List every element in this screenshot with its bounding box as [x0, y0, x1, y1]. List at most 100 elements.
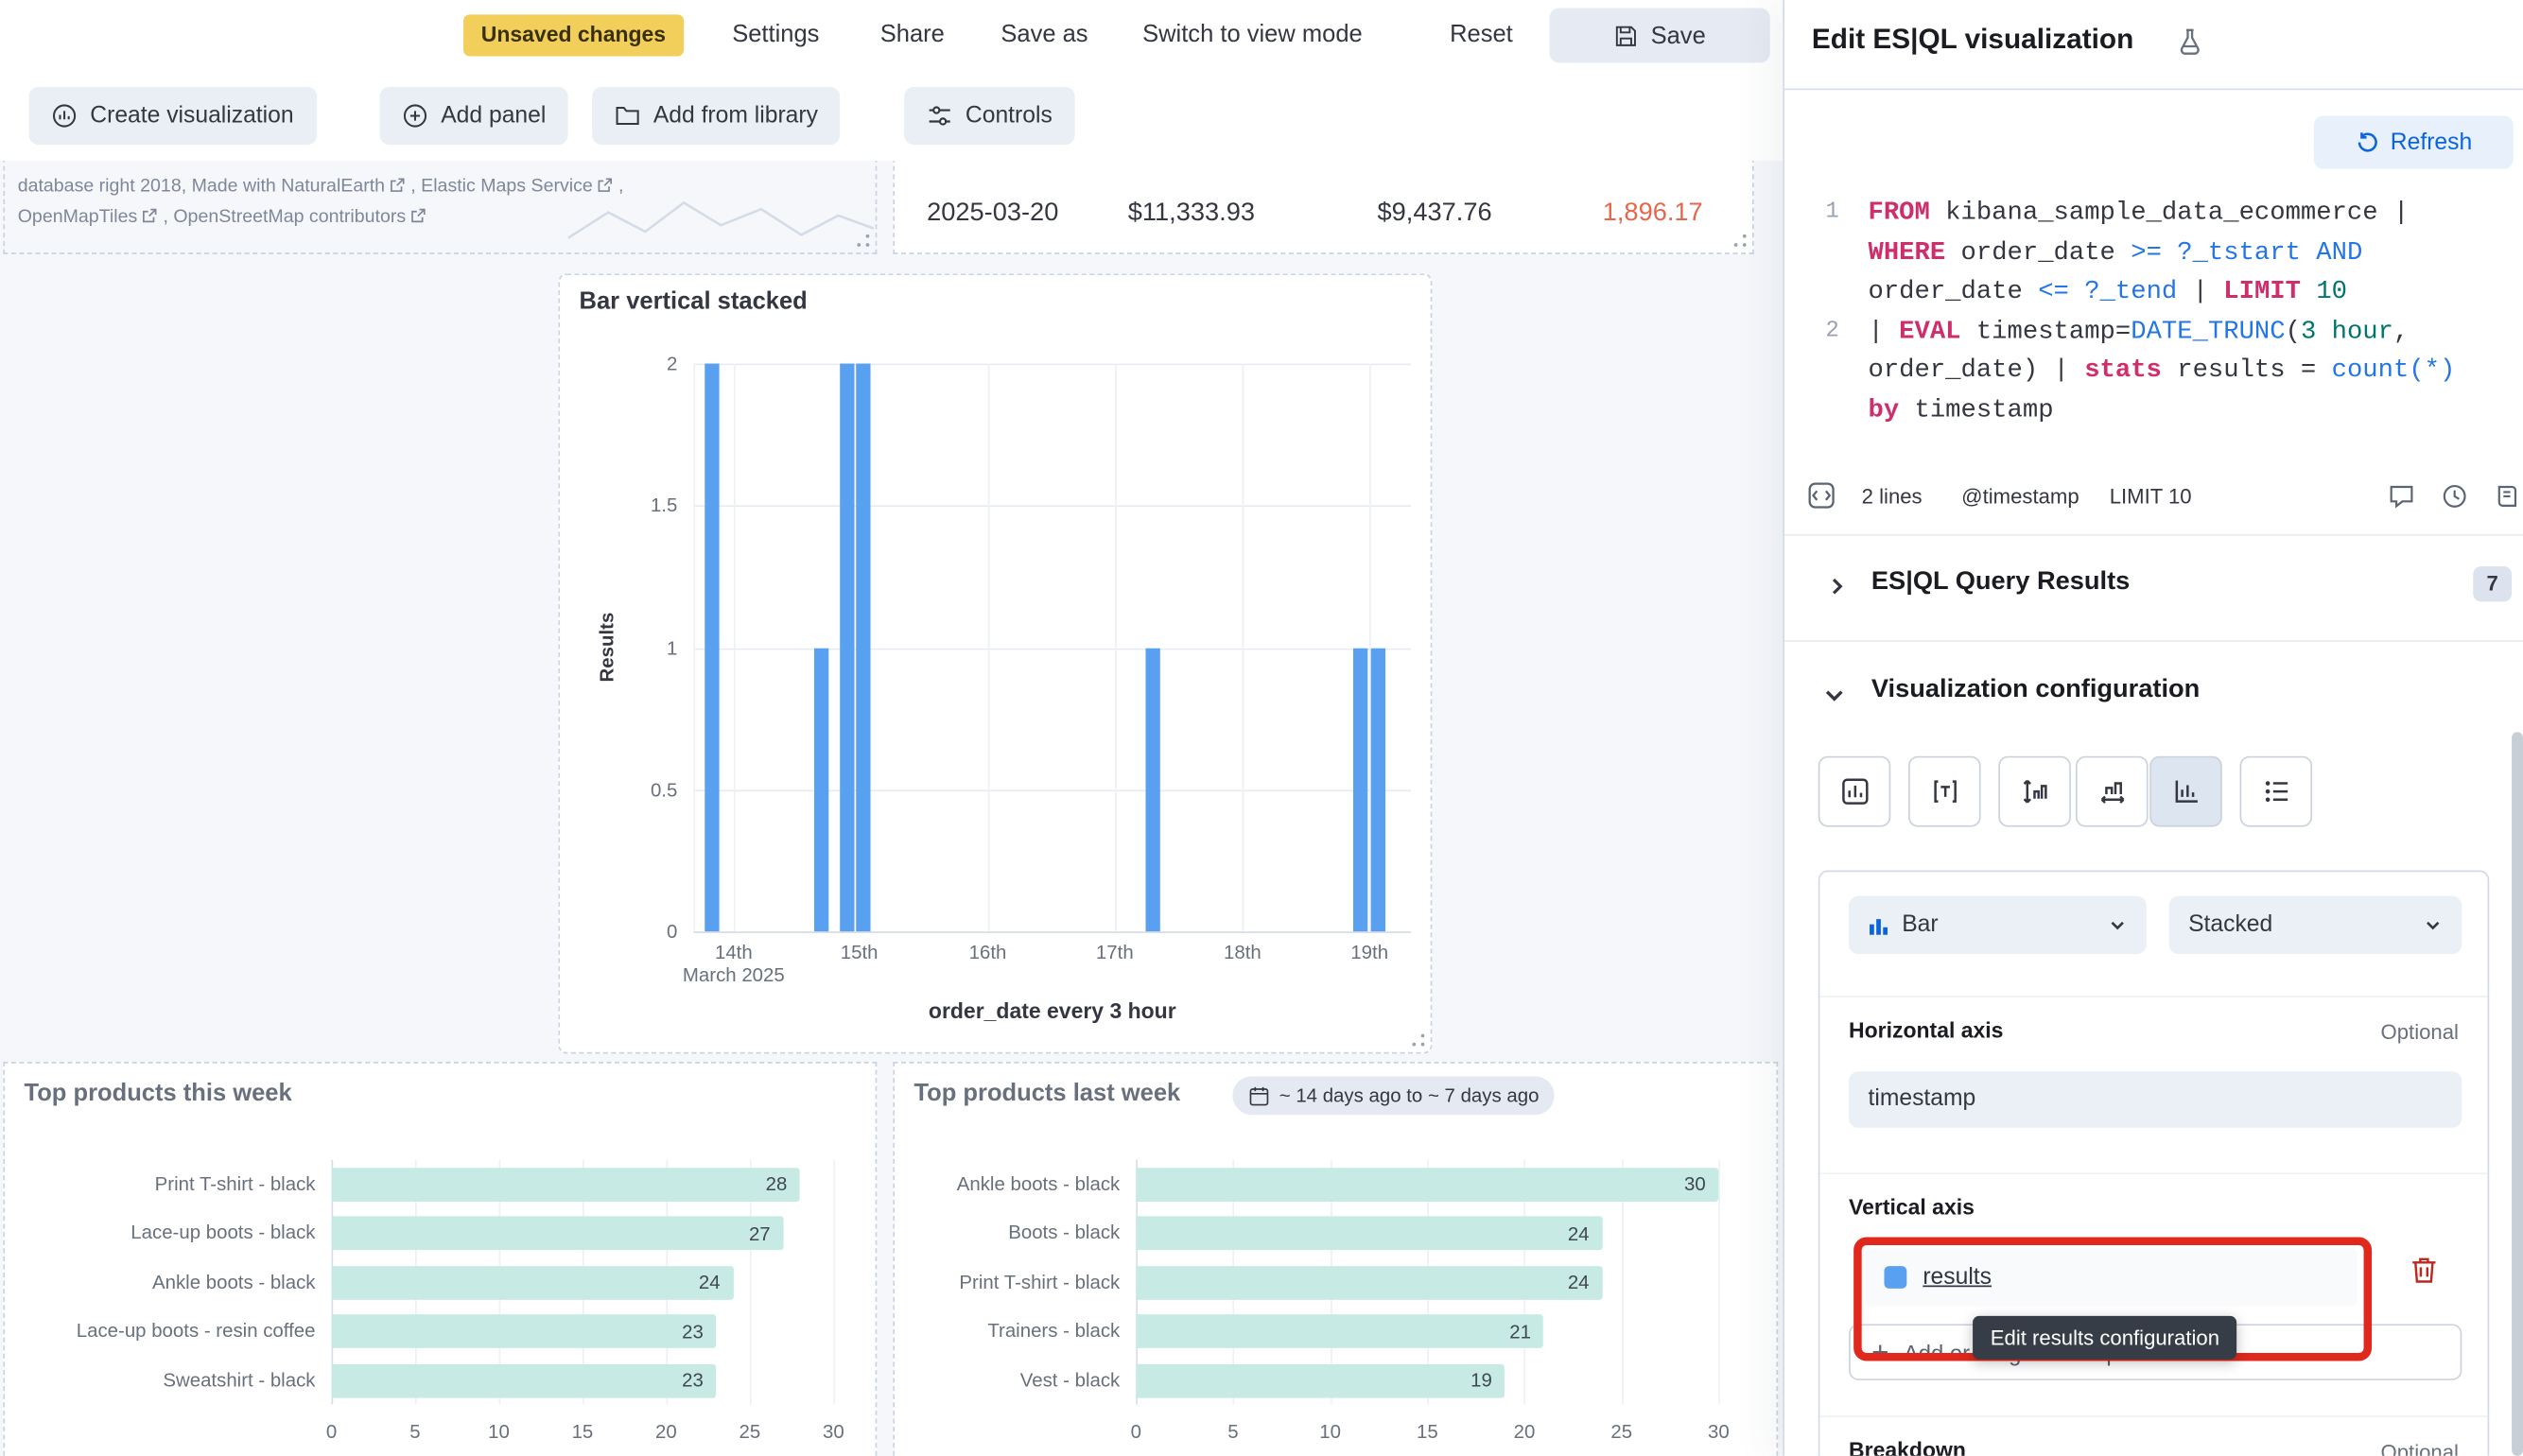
x-tick-label: 0: [1112, 1420, 1160, 1443]
editor-lines-count: 2 lines: [1862, 484, 1923, 509]
chart-type-select[interactable]: Bar: [1849, 896, 2147, 954]
kibana-dashboard-app: Unsaved changes Settings Share Save as S…: [0, 0, 2523, 1456]
gridline: [1718, 1160, 1720, 1405]
horizontal-axis-field[interactable]: timestamp: [1849, 1071, 2462, 1128]
panel-resize-handle[interactable]: [1411, 1032, 1425, 1047]
bar: 19: [1136, 1363, 1505, 1397]
vertical-axis-icon-button[interactable]: [1998, 756, 2071, 827]
attribution-link[interactable]: Made with NaturalEarth: [192, 177, 385, 196]
chevron-down-icon[interactable]: [1821, 682, 1847, 707]
editor-footer: 2 lines @timestamp LIMIT 10: [1784, 470, 2523, 525]
x-tick-label: 16th: [936, 941, 1039, 963]
feedback-icon[interactable]: [2388, 482, 2415, 510]
bar-chart-mini-icon: [1868, 914, 1888, 935]
x-tick-label: 20: [1500, 1420, 1548, 1443]
optional-label: Optional: [2381, 1440, 2459, 1456]
category-label: Sweatshirt - black: [13, 1363, 316, 1397]
chart-appearance-icon-button[interactable]: [1818, 756, 1891, 827]
bar: 27: [332, 1216, 784, 1250]
bar-value-label: 23: [682, 1369, 716, 1392]
sliders-icon: [927, 103, 952, 129]
divider: [1819, 1172, 2487, 1174]
divider: [1819, 1415, 2487, 1417]
esql-query-results-section[interactable]: ES|QL Query Results: [1871, 568, 2130, 598]
category-label: Ankle boots - black: [13, 1265, 316, 1299]
editor-timestamp-field[interactable]: @timestamp: [1961, 484, 2079, 509]
bar-value-label: 19: [1470, 1369, 1505, 1392]
add-from-library-button[interactable]: Add from library: [592, 87, 841, 145]
series-color-swatch: [1884, 1266, 1906, 1289]
x-tick-label: 5: [1209, 1420, 1257, 1443]
bar: 24: [332, 1265, 734, 1299]
attribution-text: ,: [410, 177, 421, 196]
gridline: [693, 789, 1411, 791]
flyout-scrollbar[interactable]: [2512, 732, 2523, 1456]
x-tick-label: 10: [475, 1420, 523, 1443]
docs-icon[interactable]: [2494, 482, 2521, 510]
save-button-label: Save: [1651, 22, 1706, 49]
axis-ticks-icon-button-selected[interactable]: [2149, 756, 2222, 827]
horizontal-bar-plot: 051015202530Print T-shirt - black28Lace-…: [5, 1064, 876, 1456]
bar: [1353, 648, 1367, 931]
results-dimension-label[interactable]: results: [1923, 1264, 1992, 1290]
refresh-icon: [2355, 130, 2379, 155]
panel-resize-handle[interactable]: [856, 234, 870, 248]
panel-resize-handle[interactable]: [1733, 234, 1748, 248]
bar: [1145, 648, 1159, 931]
add-panel-button[interactable]: Add panel: [380, 87, 569, 145]
x-tick-label: 10: [1306, 1420, 1354, 1443]
flyout-title: Edit ES|QL visualization: [1812, 23, 2133, 57]
menu-settings[interactable]: Settings: [732, 0, 819, 71]
stack-mode-select[interactable]: Stacked: [2169, 896, 2462, 954]
x-tick-label: 18th: [1191, 941, 1294, 963]
results-dimension-row[interactable]: results: [1865, 1248, 2358, 1306]
category-label: Print T-shirt - black: [895, 1265, 1120, 1299]
attribution-text: database right 2018,: [18, 177, 192, 196]
chevron-right-icon[interactable]: [1825, 574, 1850, 598]
titles-text-icon-button[interactable]: [1908, 756, 1981, 827]
divider: [1819, 996, 2487, 997]
metric-value-1: $11,333.93: [1128, 199, 1255, 229]
gridline: [693, 648, 1411, 650]
query-history-icon[interactable]: [2441, 482, 2468, 510]
legend-icon-button[interactable]: [2240, 756, 2313, 827]
horizontal-axis-icon-button[interactable]: [2076, 756, 2149, 827]
folder-icon: [615, 103, 640, 129]
editor-limit[interactable]: LIMIT 10: [2110, 484, 2192, 509]
x-tick-label: 19th: [1318, 941, 1421, 963]
bar: [1371, 648, 1385, 931]
x-tick-label: 17th: [1063, 941, 1166, 963]
bar-value-label: 30: [1684, 1172, 1718, 1195]
attribution-text: ,: [163, 207, 173, 226]
y-tick-label: 2: [560, 353, 677, 375]
editor-line-number: 2: [1784, 312, 1839, 352]
external-link-icon: [410, 207, 426, 223]
attribution-link[interactable]: OpenMapTiles: [18, 207, 138, 226]
editor-code-row: FROM kibana_sample_data_ecommerce |: [1868, 193, 2409, 233]
save-button[interactable]: Save: [1550, 9, 1770, 63]
category-label: Ankle boots - black: [895, 1167, 1120, 1201]
create-visualization-button[interactable]: Create visualization: [29, 87, 317, 145]
controls-button[interactable]: Controls: [904, 87, 1074, 145]
category-label: Vest - black: [895, 1363, 1120, 1397]
refresh-button[interactable]: Refresh: [2314, 116, 2514, 169]
menu-reset[interactable]: Reset: [1450, 0, 1513, 71]
bar: [840, 364, 854, 932]
x-tick-label: 30: [809, 1420, 858, 1443]
visualization-configuration-section[interactable]: Visualization configuration: [1871, 676, 2200, 705]
esql-code-editor[interactable]: 1FROM kibana_sample_data_ecommerce |WHER…: [1784, 193, 2523, 470]
delete-dimension-trash-icon[interactable]: [2409, 1255, 2439, 1285]
gridline: [693, 364, 695, 932]
bar: 30: [1136, 1167, 1718, 1201]
attribution-link[interactable]: Elastic Maps Service: [421, 177, 593, 196]
menu-switch-to-view-mode[interactable]: Switch to view mode: [1142, 0, 1363, 71]
bar: 23: [332, 1363, 717, 1397]
breakdown-label: Breakdown: [1849, 1438, 1966, 1456]
attribution-link[interactable]: OpenStreetMap contributors: [173, 207, 406, 226]
bar-value-label: 24: [1568, 1222, 1602, 1244]
bar: 23: [332, 1314, 717, 1348]
y-tick-label: 0: [560, 920, 677, 943]
plus-circle-icon: [402, 103, 427, 129]
menu-share[interactable]: Share: [880, 0, 945, 71]
menu-save-as[interactable]: Save as: [1000, 0, 1088, 71]
